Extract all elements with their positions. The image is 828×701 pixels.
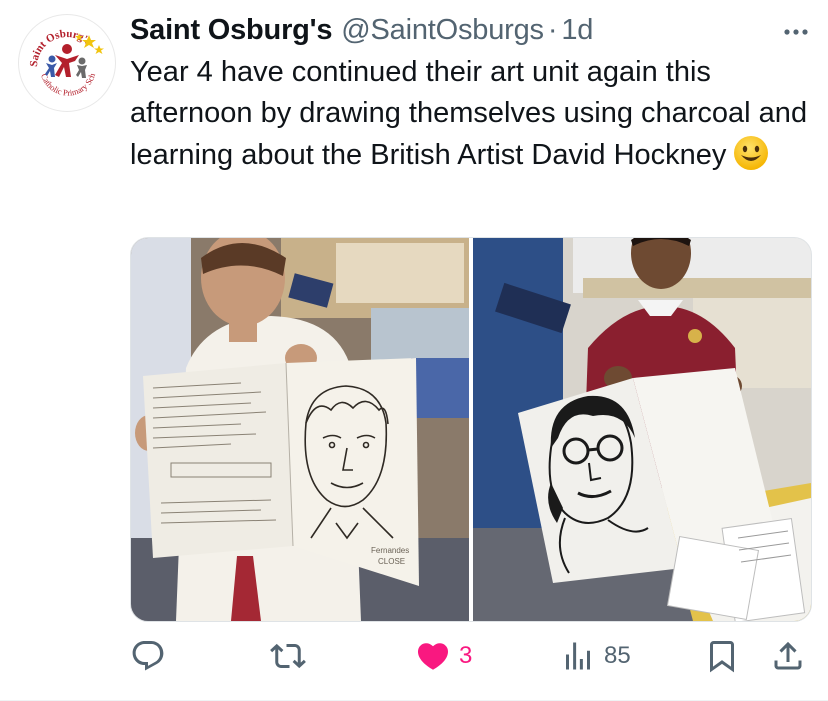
retweet-button[interactable]	[270, 634, 306, 678]
views-count: 85	[604, 642, 631, 669]
more-icon	[784, 29, 808, 35]
share-button[interactable]	[770, 634, 806, 678]
bookmark-button[interactable]	[704, 634, 740, 678]
heart-icon	[417, 643, 449, 670]
separator-dot: ·	[547, 13, 558, 46]
reply-button[interactable]	[130, 634, 166, 678]
tweet-timestamp[interactable]: 1d	[561, 14, 593, 47]
action-bar: 3 85	[130, 634, 810, 678]
photo-1-image: Fernandes CLOSE	[131, 238, 469, 621]
author-handle[interactable]: @SaintOsburgs	[341, 14, 544, 47]
author-name[interactable]: Saint Osburg's	[130, 14, 332, 47]
sketch-label-name: Fernandes	[371, 546, 409, 555]
photo-2[interactable]	[473, 238, 811, 621]
tweet-text: Year 4 have continued their art unit aga…	[130, 52, 810, 176]
more-options-button[interactable]	[778, 14, 814, 50]
like-count: 3	[459, 642, 473, 669]
views-icon	[566, 642, 590, 670]
bookmark-icon	[710, 641, 734, 673]
retweet-icon	[270, 643, 306, 669]
media-grid: Fernandes CLOSE	[130, 237, 812, 622]
reply-icon	[132, 641, 164, 671]
share-icon	[774, 641, 802, 670]
smiling-face-emoji-icon	[732, 134, 770, 172]
avatar[interactable]: Saint Osburg's Catholic Primary School	[18, 14, 116, 112]
tweet-header: Saint Osburg's @SaintOsburgs · 1d	[130, 10, 593, 50]
views-button[interactable]: 85	[560, 634, 631, 678]
photo-1[interactable]: Fernandes CLOSE	[131, 238, 469, 621]
tweet-body: Year 4 have continued their art unit aga…	[130, 56, 808, 171]
school-logo-icon: Saint Osburg's Catholic Primary School	[19, 15, 104, 98]
photo-2-image	[473, 238, 811, 621]
like-button[interactable]: 3	[415, 634, 472, 678]
sketch-label-close: CLOSE	[378, 557, 405, 566]
